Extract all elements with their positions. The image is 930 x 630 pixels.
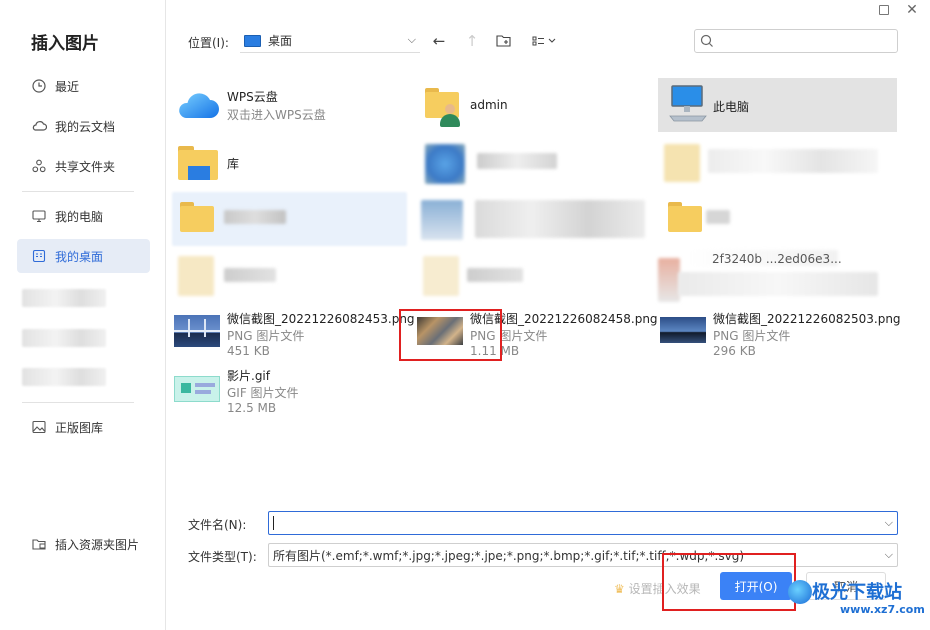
clock-icon [31, 78, 47, 94]
blurred-file-item[interactable] [417, 136, 649, 190]
file-name: 2f3240b ...2ed06e3... [712, 252, 842, 266]
folder-icon [180, 202, 214, 232]
file-item-gif[interactable]: 影片.gif GIF 图片文件 12.5 MB [172, 362, 407, 416]
file-type: GIF 图片文件 [227, 386, 299, 400]
desktop-icon [31, 248, 47, 264]
maximize-icon [879, 5, 889, 15]
image-thumbnail [174, 376, 220, 402]
chevron-down-icon[interactable]: ⌵ [885, 516, 893, 530]
close-icon: ✕ [906, 2, 918, 18]
watermark-text: 极光下载站 [812, 582, 902, 603]
sidebar-item-recent[interactable]: 最近 [17, 69, 150, 103]
file-item-library[interactable]: 库 [172, 136, 407, 190]
highlight-box [662, 553, 796, 611]
close-button[interactable]: ✕ [902, 2, 922, 18]
list-view-icon [532, 36, 556, 46]
new-folder-icon [496, 35, 511, 47]
sidebar-item-my-desktop[interactable]: 我的桌面 [17, 239, 150, 273]
folder-image-icon [31, 536, 47, 552]
gallery-icon [31, 419, 47, 435]
search-icon [700, 34, 713, 47]
sidebar-item-label: 共享文件夹 [55, 159, 116, 174]
desktop-icon [244, 34, 261, 47]
file-item-image-3[interactable]: 微信截图_20221226082503.png PNG 图片文件 296 KB [658, 305, 901, 359]
file-name: 微信截图_20221226082503.png [713, 312, 901, 326]
sidebar-divider [22, 402, 134, 403]
wps-cloud-icon [179, 93, 219, 118]
file-name: 影片.gif [227, 369, 270, 383]
file-item-partial-name[interactable]: 2f3240b ...2ed06e3... [658, 248, 897, 302]
blurred-sidebar-item[interactable] [22, 289, 106, 307]
image-thumbnail [174, 315, 220, 347]
chevron-down-icon: ⌵ [407, 33, 416, 46]
sidebar-item-label: 我的桌面 [55, 249, 104, 264]
file-item-image-1[interactable]: 微信截图_20221226082453.png PNG 图片文件 451 KB [172, 305, 415, 359]
sidebar-item-label: 我的云文档 [55, 119, 116, 134]
file-name: 微信截图_20221226082453.png [227, 312, 415, 326]
back-button[interactable]: ← [429, 31, 449, 51]
file-item-wps-cloud[interactable]: WPS云盘 双击进入WPS云盘 [172, 78, 407, 132]
sidebar-item-label: 我的电脑 [55, 209, 104, 224]
highlight-box [399, 309, 502, 361]
file-size: 451 KB [227, 344, 270, 358]
share-icon [31, 158, 47, 174]
filename-input[interactable]: ⌵ [268, 511, 898, 535]
location-label: 位置(I): [188, 36, 229, 50]
blurred-file-item[interactable] [172, 248, 407, 302]
arrow-left-icon: ← [432, 32, 446, 50]
watermark-logo [788, 580, 812, 604]
crown-icon: ♛ [614, 582, 625, 596]
sidebar-item-shared[interactable]: 共享文件夹 [17, 149, 150, 183]
dialog-title: 插入图片 [31, 34, 99, 54]
search-input[interactable] [694, 29, 898, 53]
up-button[interactable]: ↑ [462, 31, 482, 51]
computer-icon [669, 85, 707, 122]
sidebar-item-insert-resource[interactable]: 插入资源夹图片 [17, 527, 150, 561]
file-name: 此电脑 [713, 100, 750, 114]
blurred-file-item[interactable] [658, 136, 897, 190]
blurred-file-item[interactable] [417, 248, 649, 302]
file-name: admin [470, 98, 508, 112]
blurred-sidebar-item[interactable] [22, 368, 106, 386]
file-size: 296 KB [713, 344, 756, 358]
file-name: WPS云盘 [227, 90, 278, 104]
blurred-file-item[interactable] [417, 192, 649, 246]
library-icon [178, 146, 218, 180]
file-item-admin[interactable]: admin [417, 78, 649, 132]
new-folder-button[interactable] [494, 31, 514, 51]
sidebar-item-label: 插入资源夹图片 [55, 537, 140, 552]
maximize-button[interactable] [874, 2, 894, 19]
file-subtitle: 双击进入WPS云盘 [227, 108, 326, 122]
sidebar-item-cloud-docs[interactable]: 我的云文档 [17, 109, 150, 143]
text-cursor [273, 516, 274, 530]
cloud-icon [31, 118, 47, 134]
arrow-up-icon: ↑ [465, 32, 479, 50]
file-size: 12.5 MB [227, 401, 277, 415]
image-thumbnail [660, 317, 706, 343]
file-item-this-pc[interactable]: 此电脑 [658, 78, 897, 132]
sidebar-item-label: 最近 [55, 79, 80, 94]
file-type: PNG 图片文件 [227, 329, 305, 343]
file-type: PNG 图片文件 [713, 329, 791, 343]
watermark-url: www.xz7.com [840, 603, 925, 616]
file-name: 库 [227, 157, 240, 171]
blurred-sidebar-item[interactable] [22, 329, 106, 347]
filetype-select[interactable]: 所有图片(*.emf;*.wmf;*.jpg;*.jpeg;*.jpe;*.pn… [268, 543, 898, 567]
sidebar-item-label: 正版图库 [55, 420, 104, 435]
location-value: 桌面 [268, 34, 293, 48]
monitor-icon [31, 208, 47, 224]
filetype-label: 文件类型(T): [188, 550, 257, 564]
filename-label: 文件名(N): [188, 518, 247, 532]
sidebar-item-gallery[interactable]: 正版图库 [17, 410, 150, 444]
blurred-file-item[interactable] [658, 192, 897, 246]
view-mode-button[interactable] [530, 31, 560, 51]
sidebar-divider [22, 191, 134, 192]
folder-icon [668, 202, 702, 232]
sidebar: 插入图片 最近 我的云文档 共享文件夹 我的电脑 我的桌面 正版图库 插入资源夹… [0, 0, 166, 630]
chevron-down-icon: ⌵ [884, 548, 893, 561]
sidebar-item-my-computer[interactable]: 我的电脑 [17, 199, 150, 233]
blurred-file-item[interactable] [172, 192, 407, 246]
location-dropdown[interactable]: 桌面 ⌵ [240, 29, 420, 53]
user-avatar-icon [439, 104, 461, 128]
